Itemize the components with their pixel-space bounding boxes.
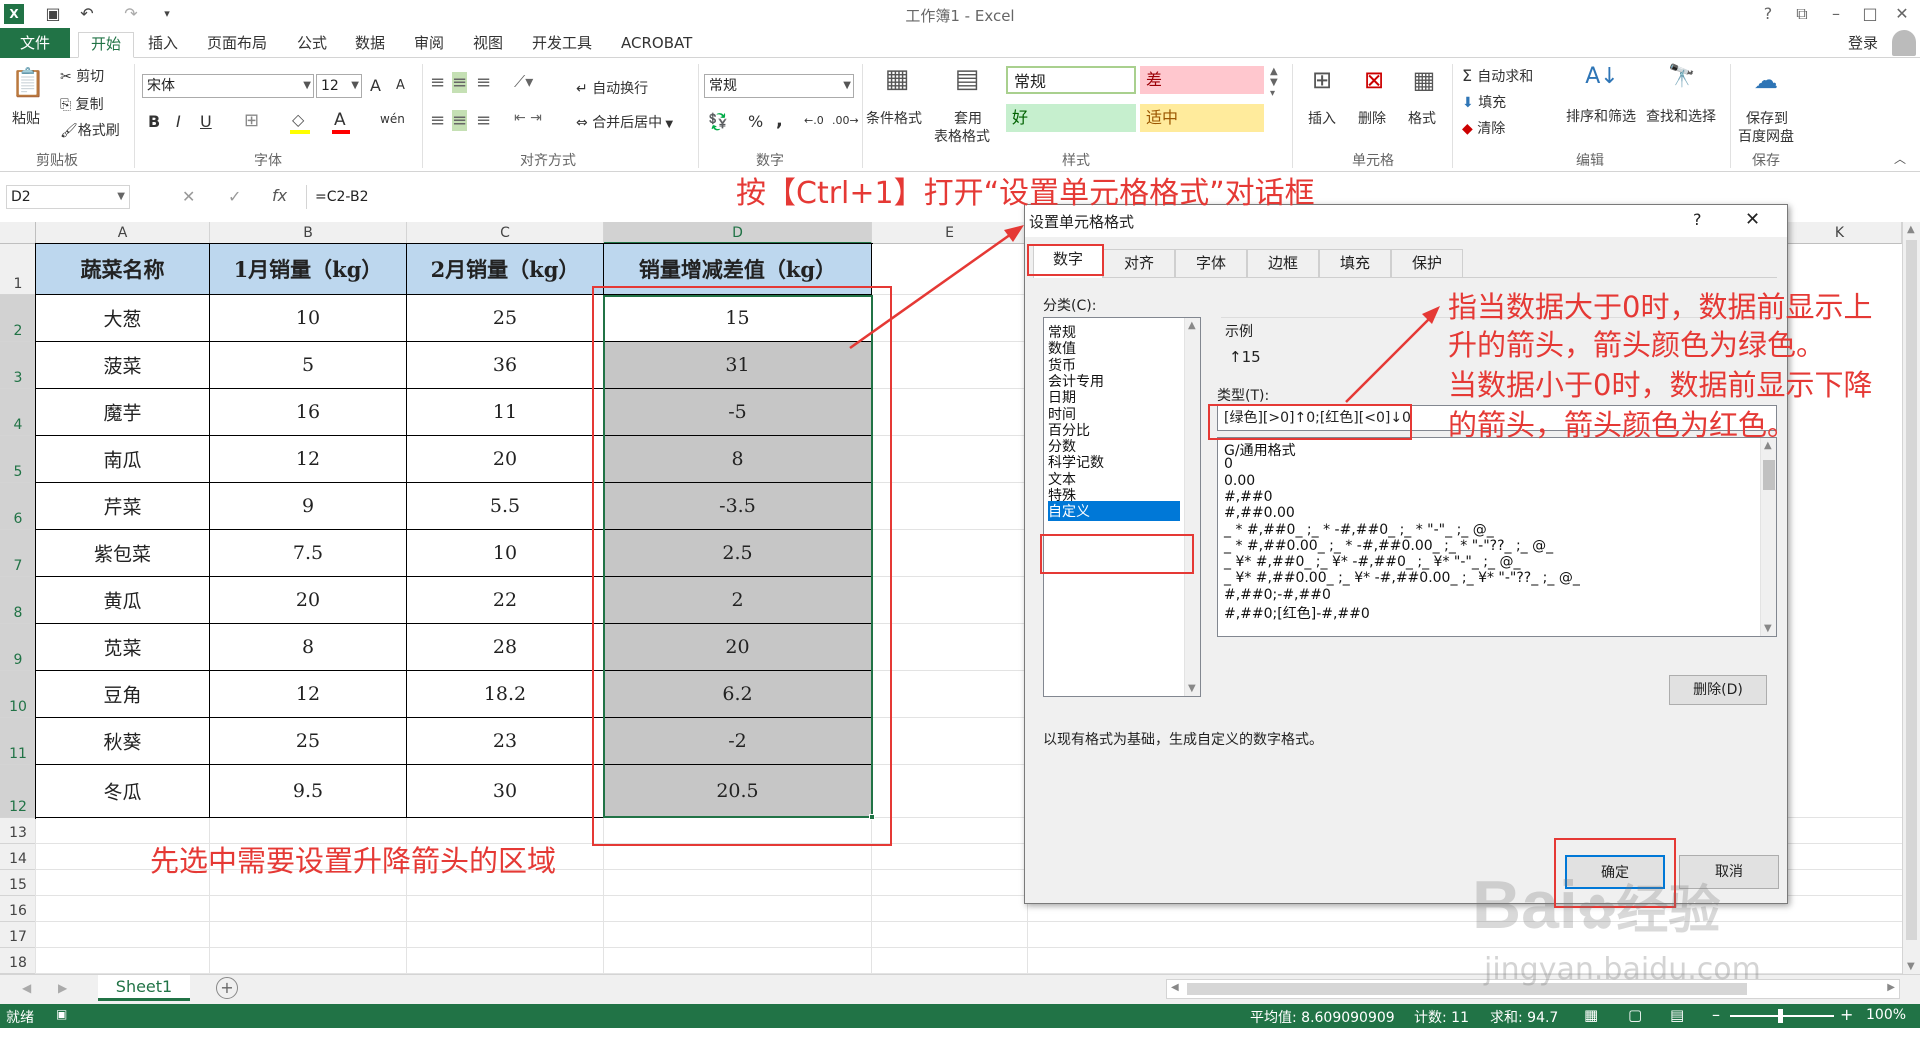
annotation-right-1: 指当数据大于0时，数据前显示上: [1448, 290, 1873, 324]
annotation-right-4: 的箭头，箭头颜色为红色。: [1448, 408, 1797, 442]
annotation-right-2: 升的箭头，箭头颜色为绿色。: [1448, 328, 1826, 362]
watermark-brand2-text: 经验: [1616, 882, 1721, 940]
watermark-brand-text: Bai: [1472, 867, 1578, 943]
annotation-bottom: 先选中需要设置升降箭头的区域: [150, 844, 557, 878]
paw-icon: ✿: [1577, 886, 1617, 938]
watermark-brand: Bai✿经验: [1472, 866, 1720, 944]
watermark-url: jingyan.baidu.com: [1484, 952, 1761, 987]
arrowhead-note: [1422, 306, 1440, 324]
arrowhead-dialog: [1004, 225, 1024, 242]
arrow-to-dialog: [849, 230, 1015, 350]
annotation-top: 按【Ctrl+1】打开“设置单元格格式”对话框: [736, 176, 1315, 211]
arrow-to-note: [1345, 315, 1433, 403]
annotation-right-3: 当数据小于0时，数据前显示下降: [1448, 368, 1873, 402]
